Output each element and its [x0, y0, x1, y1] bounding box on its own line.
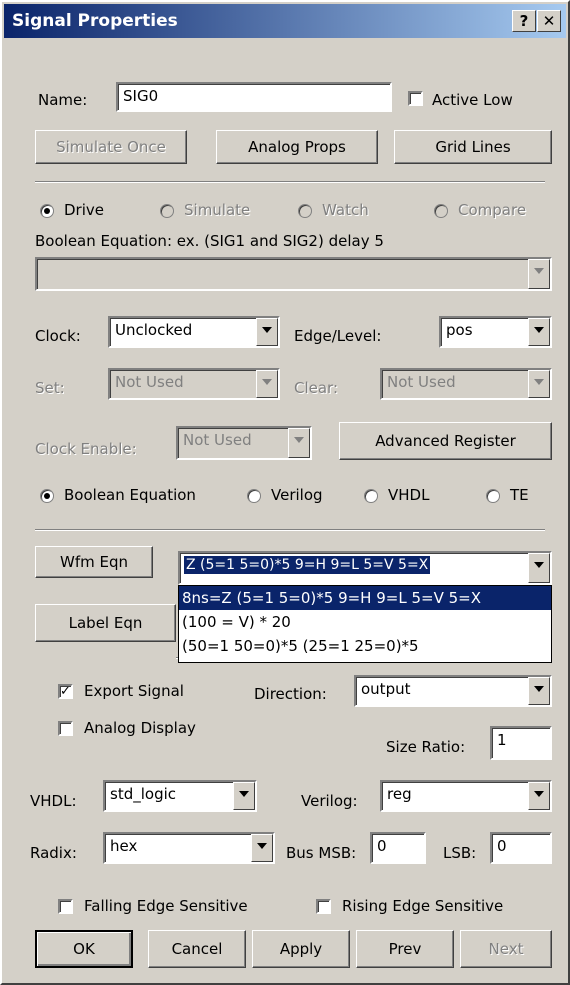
edge-level-select[interactable]: pos [439, 316, 552, 348]
boolean-equation-hint: Boolean Equation: ex. (SIG1 and SIG2) de… [35, 232, 384, 250]
size-ratio-input[interactable]: 1 [490, 726, 552, 760]
verilog-label: Verilog [271, 486, 323, 504]
vhdl-label: VHDL [388, 486, 430, 504]
vhdl-type-label: VHDL: [30, 792, 77, 810]
direction-label: Direction: [254, 685, 327, 703]
analog-display-label: Analog Display [84, 719, 196, 737]
drive-radio[interactable] [40, 204, 54, 218]
compare-label: Compare [458, 201, 527, 219]
close-button[interactable]: ✕ [537, 10, 561, 32]
drive-label: Drive [64, 201, 104, 219]
title-bar: Signal Properties ? ✕ [4, 4, 566, 38]
vhdl-type-select[interactable]: std_logic [103, 780, 257, 812]
analog-display-checkbox[interactable] [58, 721, 73, 736]
radix-label: Radix: [30, 844, 77, 862]
active-low-label: Active Low [432, 91, 513, 109]
cancel-button[interactable]: Cancel [148, 930, 246, 968]
bus-msb-label: Bus MSB: [286, 844, 357, 862]
separator [35, 529, 545, 531]
verilog-type-select[interactable]: reg [380, 780, 552, 812]
dropdown-option[interactable]: 8ns=Z (5=1 5=0)*5 9=H 9=L 5=V 5=X [179, 586, 551, 610]
lsb-input[interactable]: 0 [490, 832, 552, 864]
boolean-equation-radio-label: Boolean Equation [64, 486, 196, 504]
bus-msb-input[interactable]: 0 [370, 832, 426, 864]
te-label: TE [510, 486, 529, 504]
name-label: Name: [38, 91, 88, 109]
clear-select[interactable]: Not Used [380, 368, 552, 400]
wfm-eqn-value: Z (5=1 5=0)*5 9=H 9=L 5=V 5=X [184, 556, 431, 574]
verilog-radio[interactable] [247, 489, 261, 503]
dropdown-option[interactable]: (100 = V) * 20 [179, 610, 551, 634]
watch-radio[interactable] [298, 204, 312, 218]
rising-edge-label: Rising Edge Sensitive [342, 897, 504, 915]
compare-radio[interactable] [434, 204, 448, 218]
set-label: Set: [35, 379, 65, 397]
watch-label: Watch [322, 201, 369, 219]
next-button[interactable]: Next [460, 930, 552, 968]
simulate-label: Simulate [184, 201, 251, 219]
clock-enable-label: Clock Enable: [35, 440, 137, 458]
te-radio[interactable] [486, 489, 500, 503]
label-eqn-button[interactable]: Label Eqn [35, 604, 176, 642]
radix-select[interactable]: hex [103, 832, 275, 864]
prev-button[interactable]: Prev [356, 930, 454, 968]
clock-select[interactable]: Unclocked [108, 316, 280, 348]
vhdl-radio[interactable] [364, 489, 378, 503]
rising-edge-checkbox[interactable] [316, 899, 331, 914]
advanced-register-button[interactable]: Advanced Register [339, 422, 552, 460]
edge-level-label: Edge/Level: [294, 327, 382, 345]
set-select[interactable]: Not Used [108, 368, 280, 400]
ok-button[interactable]: OK [35, 930, 133, 968]
clock-label: Clock: [35, 327, 81, 345]
lsb-label: LSB: [443, 844, 477, 862]
clear-label: Clear: [294, 379, 339, 397]
separator [35, 181, 545, 183]
wfm-eqn-button[interactable]: Wfm Eqn [35, 546, 153, 578]
signal-properties-dialog: Signal Properties ? ✕ Name: SIG0 Active … [0, 0, 570, 985]
wfm-eqn-dropdown-list: 8ns=Z (5=1 5=0)*5 9=H 9=L 5=V 5=X (100 =… [178, 585, 552, 663]
verilog-type-label: Verilog: [301, 792, 358, 810]
name-input[interactable]: SIG0 [116, 82, 392, 112]
help-button[interactable]: ? [512, 10, 536, 32]
simulate-once-button[interactable]: Simulate Once [35, 130, 187, 164]
clock-enable-select[interactable]: Not Used [176, 426, 312, 460]
window-title: Signal Properties [12, 11, 178, 31]
analog-props-button[interactable]: Analog Props [216, 130, 378, 164]
wfm-eqn-combo[interactable]: Z (5=1 5=0)*5 9=H 9=L 5=V 5=X [178, 551, 552, 585]
active-low-checkbox[interactable] [408, 91, 423, 106]
falling-edge-checkbox[interactable] [58, 899, 73, 914]
export-signal-label: Export Signal [84, 682, 184, 700]
simulate-radio[interactable] [160, 204, 174, 218]
grid-lines-button[interactable]: Grid Lines [394, 130, 552, 164]
falling-edge-label: Falling Edge Sensitive [84, 897, 248, 915]
boolean-equation-radio[interactable] [40, 489, 54, 503]
dropdown-option[interactable]: (50=1 50=0)*5 (25=1 25=0)*5 [179, 634, 551, 658]
direction-select[interactable]: output [354, 675, 552, 707]
apply-button[interactable]: Apply [252, 930, 350, 968]
size-ratio-label: Size Ratio: [386, 738, 466, 756]
export-signal-checkbox[interactable]: ✓ [58, 684, 73, 699]
boolean-equation-combo[interactable] [35, 257, 552, 291]
